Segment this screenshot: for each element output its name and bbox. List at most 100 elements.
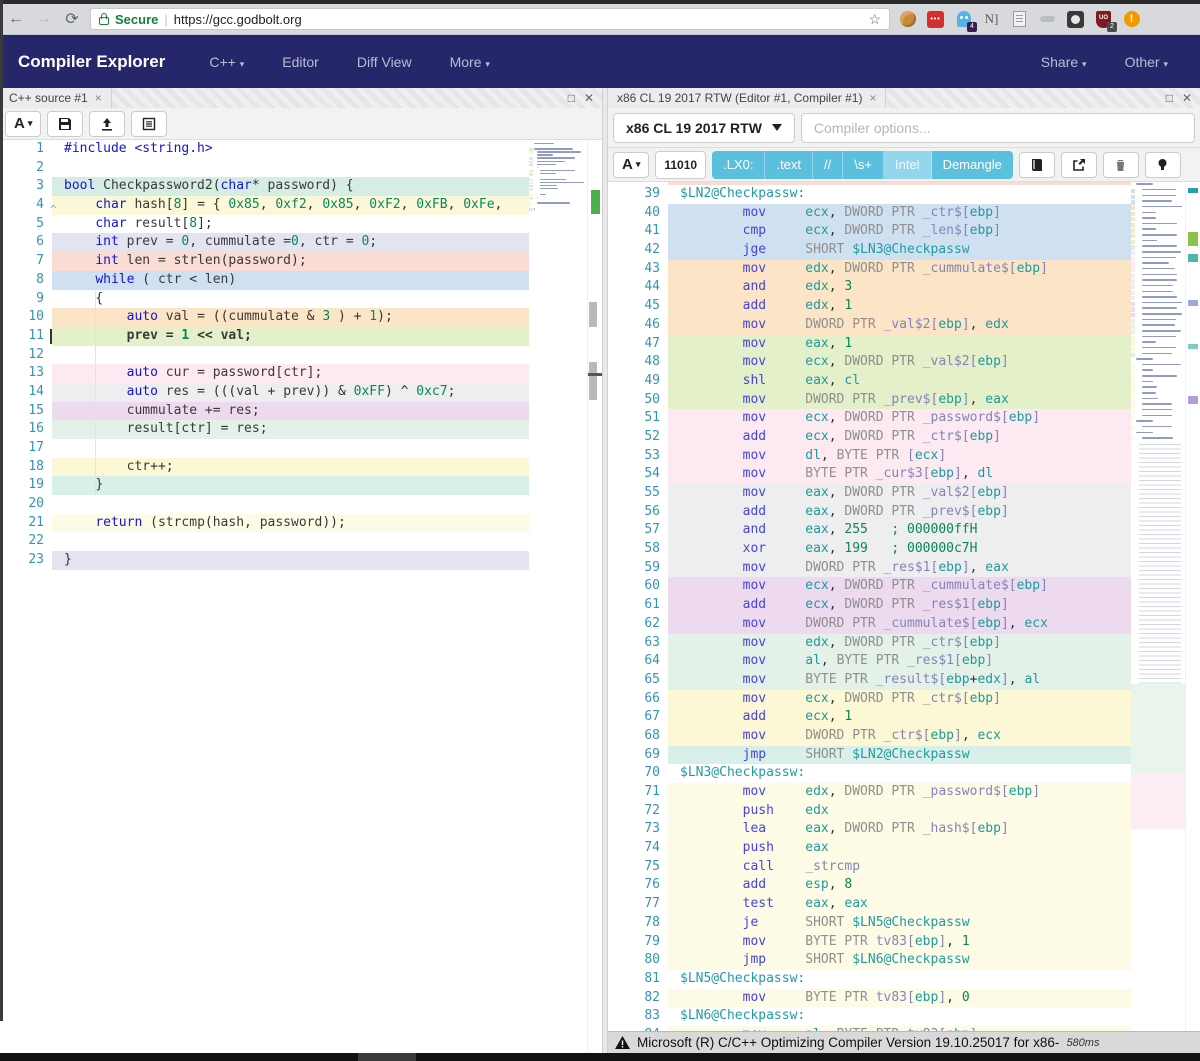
line-number[interactable]: 42 <box>608 241 668 260</box>
asm-editor[interactable]: 39$LN2@Checkpassw:40 mov ecx, DWORD PTR … <box>608 182 1200 1031</box>
line-number[interactable]: 70 <box>608 764 668 783</box>
asm-line[interactable]: 41 cmp ecx, DWORD PTR _len$[ebp] <box>608 222 1200 241</box>
pill-extension-icon[interactable] <box>1038 10 1057 29</box>
source-line[interactable]: 13 auto cur = password[ctr]; <box>0 364 602 383</box>
line-number[interactable]: 62 <box>608 615 668 634</box>
line-number[interactable]: 48 <box>608 353 668 372</box>
asm-line[interactable]: 51 mov ecx, DWORD PTR _password$[ebp] <box>608 409 1200 428</box>
tab-compiler-output[interactable]: x86 CL 19 2017 RTW (Editor #1, Compiler … <box>608 88 886 108</box>
line-content[interactable]: mov edx, DWORD PTR _cummulate$[ebp] <box>668 260 1131 279</box>
source-line[interactable]: 6 int prev = 0, cummulate =0, ctr = 0; <box>0 233 602 252</box>
line-number[interactable]: 79 <box>608 933 668 952</box>
line-number[interactable]: 65 <box>608 671 668 690</box>
source-editor[interactable]: 1#include <string.h>23bool Checkpassword… <box>0 140 602 1053</box>
line-number[interactable]: 20 <box>0 495 52 514</box>
line-content[interactable]: mov edx, DWORD PTR _ctr$[ebp] <box>668 634 1131 653</box>
line-content[interactable]: mov BYTE PTR _result$[ebp+edx], al <box>668 671 1131 690</box>
asm-line[interactable]: 45 add edx, 1 <box>608 297 1200 316</box>
line-content[interactable]: mov ecx, DWORD PTR _val$2[ebp] <box>668 353 1131 372</box>
asm-line[interactable]: 56 add eax, DWORD PTR _prev$[ebp] <box>608 503 1200 522</box>
line-number[interactable]: 57 <box>608 521 668 540</box>
line-number[interactable]: 41 <box>608 222 668 241</box>
asm-line[interactable]: 68 mov DWORD PTR _ctr$[ebp], ecx <box>608 727 1200 746</box>
line-number[interactable]: 59 <box>608 559 668 578</box>
line-content[interactable]: mov DWORD PTR _ctr$[ebp], ecx <box>668 727 1131 746</box>
filter-directives[interactable]: .text <box>765 151 813 179</box>
line-number[interactable]: 2 <box>0 159 52 178</box>
line-content[interactable]: lea eax, DWORD PTR _hash$[ebp] <box>668 820 1131 839</box>
source-line[interactable]: 21 return (strcmp(hash, password)); <box>0 514 602 533</box>
asm-line[interactable]: 58 xor eax, 199 ; 000000c7H <box>608 540 1200 559</box>
line-content[interactable]: call _strcmp <box>668 858 1131 877</box>
line-number[interactable]: 23 <box>0 551 52 570</box>
asm-line[interactable]: 42 jge SHORT $LN3@Checkpassw <box>608 241 1200 260</box>
line-content[interactable]: mov BYTE PTR tv83[ebp], 0 <box>668 989 1131 1008</box>
line-number[interactable]: 19 <box>0 476 52 495</box>
asm-line[interactable]: 71 mov edx, DWORD PTR _password$[ebp] <box>608 783 1200 802</box>
font-size-button[interactable]: A▾ <box>613 152 649 178</box>
nav-editor[interactable]: Editor <box>282 54 319 70</box>
asm-line[interactable]: 43 mov edx, DWORD PTR _cummulate$[ebp] <box>608 260 1200 279</box>
asm-line[interactable]: 50 mov DWORD PTR _prev$[ebp], eax <box>608 391 1200 410</box>
line-content[interactable]: while ( ctr < len) <box>52 271 529 290</box>
line-number[interactable]: 17 <box>0 439 52 458</box>
line-number[interactable]: 73 <box>608 820 668 839</box>
line-content[interactable]: add ecx, DWORD PTR _ctr$[ebp] <box>668 428 1131 447</box>
line-number[interactable]: 77 <box>608 895 668 914</box>
line-number[interactable]: 81 <box>608 970 668 989</box>
line-number[interactable]: 61 <box>608 596 668 615</box>
asm-line[interactable]: 39$LN2@Checkpassw: <box>608 185 1200 204</box>
line-content[interactable]: mov DWORD PTR _prev$[ebp], eax <box>668 391 1131 410</box>
asm-line[interactable]: 66 mov ecx, DWORD PTR _ctr$[ebp] <box>608 690 1200 709</box>
line-number[interactable]: 84 <box>608 1026 668 1031</box>
asm-line[interactable]: 80 jmp SHORT $LN6@Checkpassw <box>608 951 1200 970</box>
binary-toggle-button[interactable]: 11010 <box>655 151 706 179</box>
line-content[interactable]: add esp, 8 <box>668 876 1131 895</box>
asm-line[interactable]: 52 add ecx, DWORD PTR _ctr$[ebp] <box>608 428 1200 447</box>
line-number[interactable]: 43 <box>608 260 668 279</box>
asm-line[interactable]: 62 mov DWORD PTR _cummulate$[ebp], ecx <box>608 615 1200 634</box>
url-text[interactable]: https://gcc.godbolt.org <box>174 12 302 27</box>
password-extension-icon[interactable]: ••• <box>926 10 945 29</box>
line-content[interactable]: mov BYTE PTR tv83[ebp], 1 <box>668 933 1131 952</box>
line-number[interactable]: 64 <box>608 652 668 671</box>
line-content[interactable]: cmp ecx, DWORD PTR _len$[ebp] <box>668 222 1131 241</box>
line-content[interactable] <box>52 159 529 178</box>
line-number[interactable]: 47 <box>608 335 668 354</box>
line-number[interactable]: 50 <box>608 391 668 410</box>
line-content[interactable]: add ecx, DWORD PTR _res$1[ebp] <box>668 596 1131 615</box>
line-content[interactable]: } <box>52 476 529 495</box>
line-content[interactable]: auto res = (((val + prev)) & 0xFF) ^ 0xc… <box>52 383 529 402</box>
line-content[interactable]: add ecx, 1 <box>668 708 1131 727</box>
source-line[interactable]: 15 cummulate += res; <box>0 402 602 421</box>
line-content[interactable]: jmp SHORT $LN6@Checkpassw <box>668 951 1131 970</box>
line-number[interactable]: 56 <box>608 503 668 522</box>
line-content[interactable]: jmp SHORT $LN2@Checkpassw <box>668 746 1131 765</box>
line-content[interactable]: mov DWORD PTR _cummulate$[ebp], ecx <box>668 615 1131 634</box>
bookmark-star-icon[interactable]: ☆ <box>868 11 881 28</box>
line-number[interactable]: 6 <box>0 233 52 252</box>
line-content[interactable]: mov BYTE PTR _cur$3[ebp], dl <box>668 465 1131 484</box>
asm-line[interactable]: 81$LN5@Checkpassw: <box>608 970 1200 989</box>
asm-line[interactable]: 47 mov eax, 1 <box>608 335 1200 354</box>
asm-line[interactable]: 75 call _strcmp <box>608 858 1200 877</box>
line-number[interactable]: 66 <box>608 690 668 709</box>
filter-whitespace[interactable]: \s+ <box>843 151 884 179</box>
line-content[interactable]: return (strcmp(hash, password)); <box>52 514 529 533</box>
asm-line[interactable]: 63 mov edx, DWORD PTR _ctr$[ebp] <box>608 634 1200 653</box>
asm-line[interactable]: 57 and eax, 255 ; 000000ffH <box>608 521 1200 540</box>
line-number[interactable]: 60 <box>608 577 668 596</box>
asm-line[interactable]: 83$LN6@Checkpassw: <box>608 1007 1200 1026</box>
reload-button[interactable]: ⟳ <box>62 9 82 29</box>
line-number[interactable]: 80 <box>608 951 668 970</box>
source-line[interactable]: 14 auto res = (((val + prev)) & 0xFF) ^ … <box>0 383 602 402</box>
line-content[interactable]: shl eax, cl <box>668 372 1131 391</box>
line-number[interactable]: 12 <box>0 346 52 365</box>
forward-button[interactable]: → <box>34 10 54 28</box>
line-number[interactable]: 14 <box>0 383 52 402</box>
source-line[interactable]: 11 prev = 1 << val; <box>0 327 602 346</box>
line-number[interactable]: 54 <box>608 465 668 484</box>
line-content[interactable]: $LN2@Checkpassw: <box>668 185 1131 204</box>
line-number[interactable]: 22 <box>0 532 52 551</box>
tab-cpp-source[interactable]: C++ source #1 × <box>0 88 112 108</box>
